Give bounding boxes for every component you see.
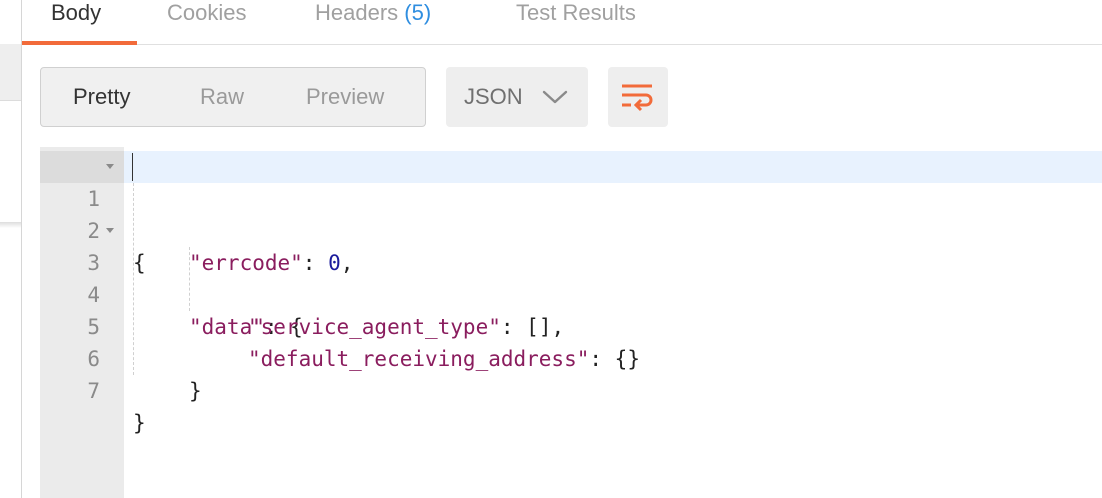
code-text: }: [133, 411, 146, 435]
tab-body[interactable]: Body: [51, 0, 101, 45]
response-tabs: Body Cookies Headers (5) Test Results: [22, 0, 1102, 45]
code-line: 5 "default_receiving_address": {}: [40, 279, 1102, 371]
fold-toggle-icon[interactable]: [106, 228, 114, 233]
tab-test-results-label: Test Results: [516, 0, 636, 25]
tab-test-results[interactable]: Test Results: [516, 0, 636, 45]
headers-count-badge: (5): [404, 0, 432, 25]
tab-cookies[interactable]: Cookies: [167, 0, 246, 45]
response-body-editor[interactable]: 1 { 2 "errcode": 0, 3 "data": { 4 "servi…: [40, 147, 1102, 498]
code-line: 6 }: [40, 311, 1102, 403]
side-panel-selected-row[interactable]: [0, 44, 21, 100]
chevron-down-icon: [542, 90, 568, 104]
side-panel-edge: [0, 0, 22, 498]
format-dropdown-value: JSON: [464, 84, 523, 109]
code-line: 1 {: [40, 151, 1102, 275]
tab-body-label: Body: [51, 0, 102, 25]
tab-headers[interactable]: Headers (5): [315, 0, 431, 45]
line-number: 7: [87, 379, 100, 403]
active-tab-indicator: [22, 41, 137, 45]
tab-headers-label: Headers: [315, 0, 399, 25]
view-mode-raw[interactable]: Raw: [200, 68, 244, 126]
fold-toggle-icon[interactable]: [106, 164, 114, 169]
view-mode-preview[interactable]: Preview: [306, 68, 384, 126]
text-cursor: [132, 153, 133, 181]
side-panel-divider: [0, 100, 21, 101]
wrap-lines-icon: [622, 84, 653, 112]
code-line: 7 }: [40, 343, 1102, 435]
view-mode-selector: Pretty Raw Preview: [40, 67, 426, 127]
wrap-lines-button[interactable]: [608, 67, 668, 127]
view-mode-pretty[interactable]: Pretty: [73, 68, 130, 126]
code-line: 2 "errcode": 0,: [40, 183, 1102, 275]
code-line: 3 "data": {: [40, 215, 1102, 339]
code-line: 4 "service_agent_type": [],: [40, 247, 1102, 339]
code-text: }: [189, 379, 202, 403]
tab-cookies-label: Cookies: [167, 0, 247, 25]
format-dropdown[interactable]: JSON: [446, 67, 588, 127]
side-panel-shadow: [0, 222, 21, 228]
